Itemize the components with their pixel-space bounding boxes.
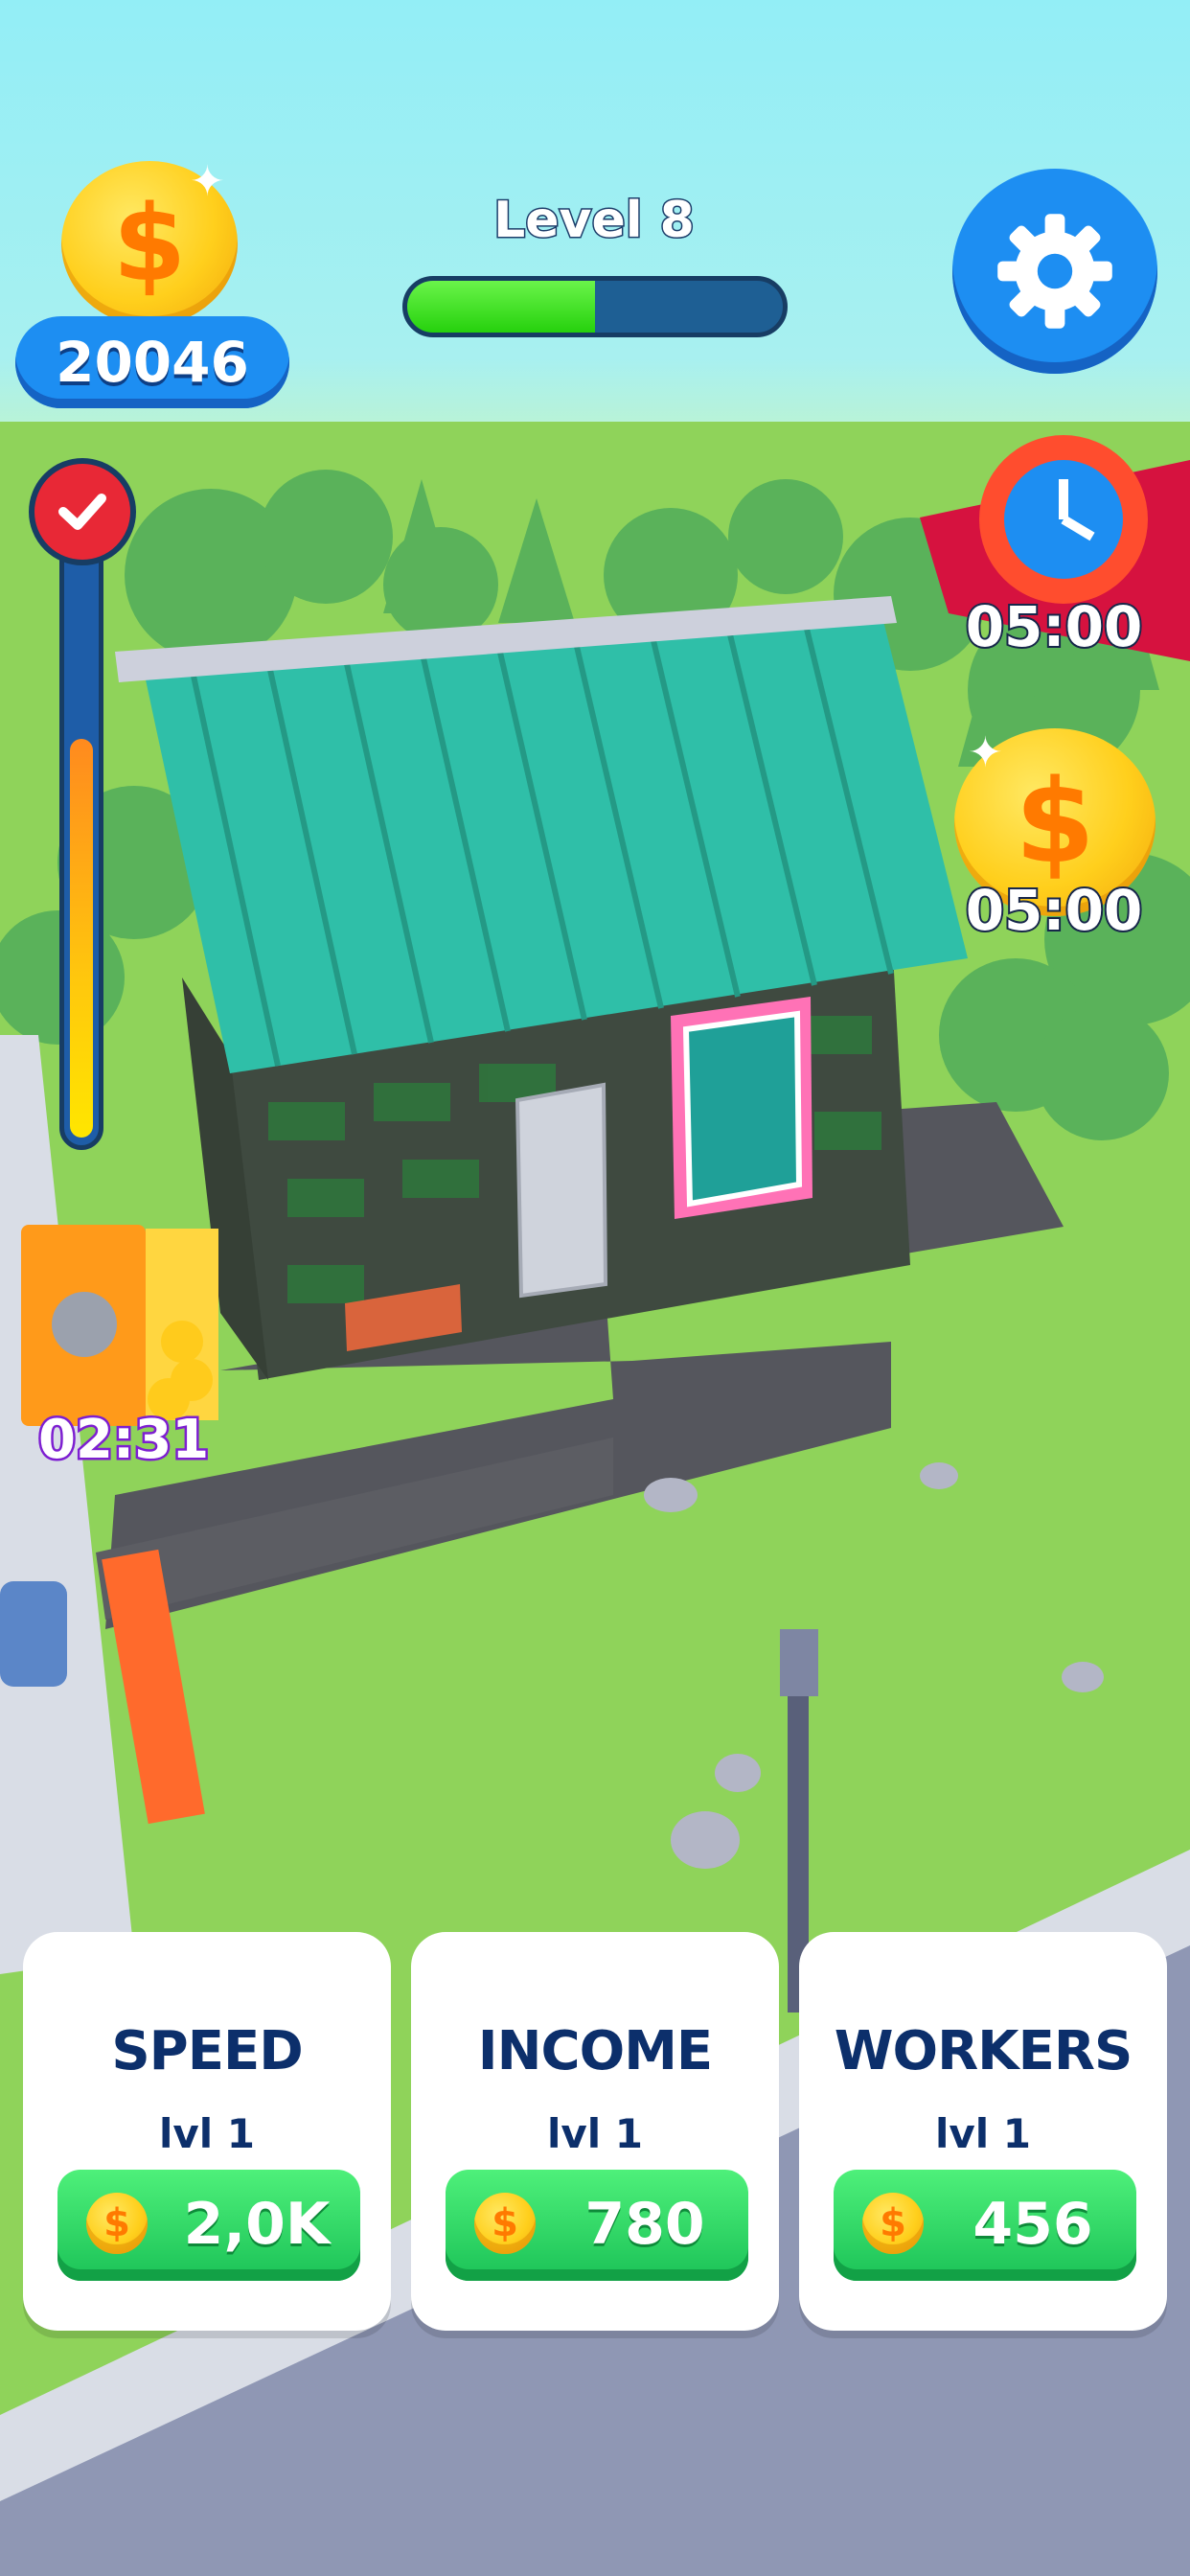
upgrade-workers-button[interactable]: $ 456 — [834, 2170, 1136, 2281]
upgrade-title: INCOME — [477, 2020, 713, 2082]
upgrade-income-button[interactable]: $ 780 — [446, 2170, 748, 2281]
gear-icon — [997, 214, 1112, 329]
level-progress-fill — [407, 281, 595, 333]
speed-boost-timer: 05:00 — [964, 592, 1145, 661]
dollar-coin-icon: $ — [474, 2193, 536, 2254]
coin-balance: 20046 — [56, 330, 249, 395]
sparkle-icon: ✦ — [968, 728, 1003, 777]
safe-timer: 02:31 — [36, 1407, 212, 1474]
upgrade-card-income: INCOME lvl 1 $ 780 — [411, 1932, 779, 2331]
upgrade-title: SPEED — [111, 2020, 303, 2082]
coin-symbol: $ — [103, 2201, 130, 2245]
coin-symbol: $ — [492, 2201, 518, 2245]
upgrade-level: lvl 1 — [934, 2110, 1032, 2157]
settings-button[interactable] — [952, 169, 1157, 374]
money-safe-button[interactable] — [21, 1225, 222, 1426]
dollar-coin-icon: $ — [86, 2193, 148, 2254]
coin-symbol: $ — [112, 182, 187, 305]
checkmark-icon — [29, 458, 136, 565]
boost-coin-symbol: $ — [1015, 755, 1095, 889]
build-progress-fill — [70, 739, 93, 1138]
dollar-coin-icon: $ — [862, 2193, 924, 2254]
income-boost-timer: 05:00 — [964, 876, 1145, 945]
upgrade-price: 780 — [584, 2191, 705, 2258]
upgrade-level: lvl 1 — [158, 2110, 256, 2157]
upgrade-speed-button[interactable]: $ 2,0K — [57, 2170, 360, 2281]
level-label: Level 8 — [492, 191, 697, 251]
coin-symbol: $ — [880, 2201, 906, 2245]
upgrade-price: 2,0K — [183, 2191, 331, 2258]
upgrade-title: WORKERS — [834, 2020, 1133, 2082]
build-progress-meter — [59, 537, 103, 1150]
level-progress-bar — [402, 276, 788, 337]
coin-counter: 20046 — [15, 316, 289, 408]
upgrade-level: lvl 1 — [546, 2110, 644, 2157]
upgrade-card-speed: SPEED lvl 1 $ 2,0K — [23, 1932, 391, 2331]
upgrade-price: 456 — [973, 2191, 1093, 2258]
upgrade-card-workers: WORKERS lvl 1 $ 456 — [799, 1932, 1167, 2331]
sparkle-icon: ✦ — [190, 157, 225, 206]
